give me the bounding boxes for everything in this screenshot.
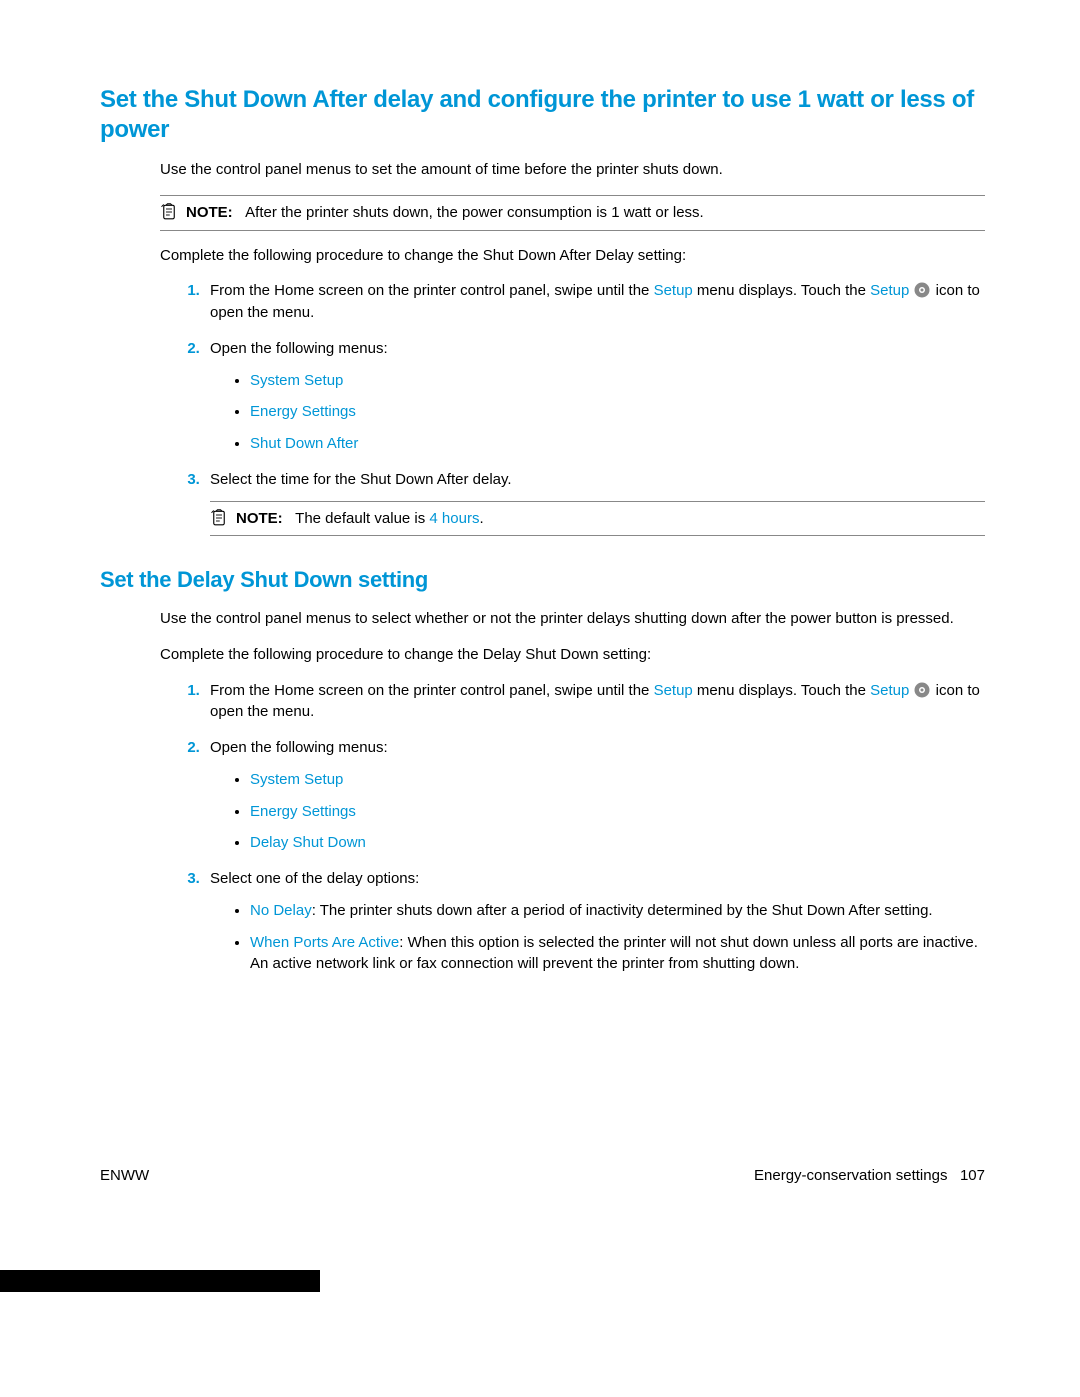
menu-energy-settings-2: Energy Settings	[250, 803, 356, 820]
section1-menu-list: System Setup Energy Settings Shut Down A…	[210, 370, 985, 455]
section2-title: Set the Delay Shut Down setting	[100, 564, 985, 596]
section1-intro: Use the control panel menus to set the a…	[160, 159, 985, 181]
setup-gear-icon	[913, 681, 931, 699]
note-2-value: 4 hours	[429, 510, 479, 527]
setup-link-1a: Setup	[654, 282, 693, 299]
section2-step3: Select one of the delay options: No Dela…	[204, 868, 985, 975]
note-2: NOTE: The default value is 4 hours.	[210, 501, 985, 537]
section1-step1: From the Home screen on the printer cont…	[204, 280, 985, 324]
redaction-bar	[0, 1270, 320, 1292]
note-1-label: NOTE:	[186, 204, 245, 221]
s2-step1-pre: From the Home screen on the printer cont…	[210, 682, 654, 699]
setup-link-1b: Setup	[870, 282, 909, 299]
opt1-label: No Delay	[250, 902, 312, 919]
section1-procedure-intro: Complete the following procedure to chan…	[160, 245, 985, 267]
section1-step3: Select the time for the Shut Down After …	[204, 469, 985, 537]
footer-left: ENWW	[100, 1165, 149, 1187]
opt1-text: : The printer shuts down after a period …	[312, 902, 933, 919]
page-number: 107	[960, 1167, 985, 1184]
section1-body: Use the control panel menus to set the a…	[160, 159, 985, 536]
setup-gear-icon	[913, 281, 931, 299]
s1-step1-pre: From the Home screen on the printer cont…	[210, 282, 654, 299]
note-1-content: NOTE: After the printer shuts down, the …	[186, 202, 704, 224]
s1-step1-mid: menu displays. Touch the	[693, 282, 870, 299]
section2-procedure-intro: Complete the following procedure to chan…	[160, 644, 985, 666]
section1-step2: Open the following menus: System Setup E…	[204, 338, 985, 455]
section1-title: Set the Shut Down After delay and config…	[100, 85, 985, 145]
note-icon	[210, 509, 228, 527]
section2-step1: From the Home screen on the printer cont…	[204, 680, 985, 724]
s2-step1-mid: menu displays. Touch the	[693, 682, 870, 699]
section1-steps: From the Home screen on the printer cont…	[160, 280, 985, 536]
document-page: Set the Shut Down After delay and config…	[0, 0, 1080, 1397]
option-ports-active: When Ports Are Active: When this option …	[250, 932, 985, 976]
delay-options-list: No Delay: The printer shuts down after a…	[210, 900, 985, 975]
setup-link-2a: Setup	[654, 682, 693, 699]
footer-right: Energy-conservation settings 107	[754, 1165, 985, 1187]
note-2-content: NOTE: The default value is 4 hours.	[236, 508, 484, 530]
section2-intro: Use the control panel menus to select wh…	[160, 608, 985, 630]
note-2-pre: The default value is	[295, 510, 429, 527]
page-footer: ENWW Energy-conservation settings 107	[100, 1165, 985, 1187]
note-1-text: After the printer shuts down, the power …	[245, 204, 704, 221]
menu-system-setup: System Setup	[250, 372, 343, 389]
note-icon	[160, 203, 178, 221]
option-no-delay: No Delay: The printer shuts down after a…	[250, 900, 985, 922]
note-2-post: .	[479, 510, 483, 527]
menu-shut-down-after: Shut Down After	[250, 435, 358, 452]
opt2-label: When Ports Are Active	[250, 934, 399, 951]
note-2-label: NOTE:	[236, 510, 295, 527]
section2-steps: From the Home screen on the printer cont…	[160, 680, 985, 976]
setup-link-2b: Setup	[870, 682, 909, 699]
section2-step2: Open the following menus: System Setup E…	[204, 737, 985, 854]
menu-system-setup-2: System Setup	[250, 771, 343, 788]
menu-delay-shut-down: Delay Shut Down	[250, 834, 366, 851]
note-1: NOTE: After the printer shuts down, the …	[160, 195, 985, 231]
section2-menu-list: System Setup Energy Settings Delay Shut …	[210, 769, 985, 854]
menu-energy-settings: Energy Settings	[250, 403, 356, 420]
section2-body: Use the control panel menus to select wh…	[160, 608, 985, 975]
